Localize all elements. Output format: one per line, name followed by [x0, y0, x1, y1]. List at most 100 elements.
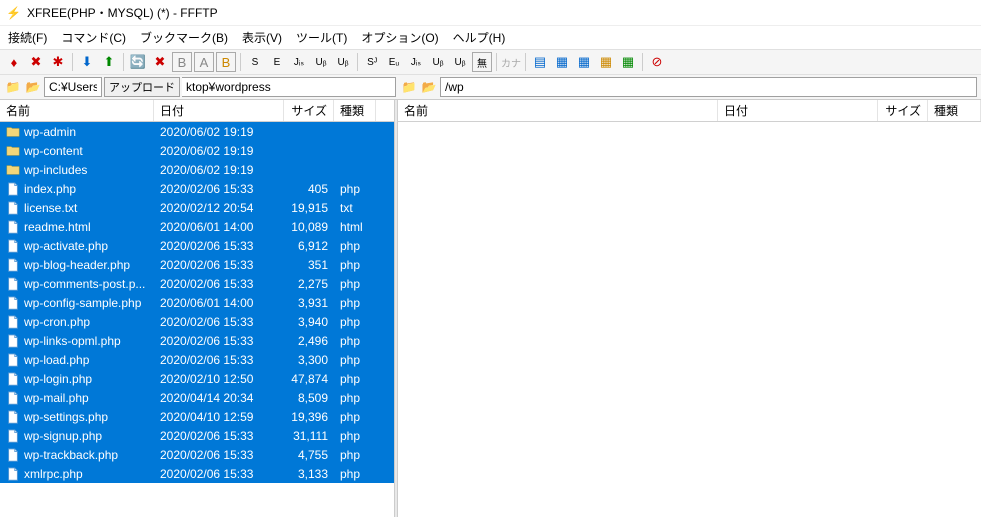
euc-down-icon[interactable]: Eᵤ — [384, 52, 404, 72]
kana-icon[interactable]: カナ — [501, 52, 521, 72]
file-date: 2020/02/12 20:54 — [154, 201, 284, 215]
file-kind: php — [334, 296, 376, 310]
menu-connect[interactable]: 接続(F) — [8, 29, 47, 46]
file-row[interactable]: wp-includes2020/06/02 19:19 — [0, 160, 394, 179]
file-row[interactable]: wp-load.php2020/02/06 15:333,300php — [0, 350, 394, 369]
abort-icon[interactable]: ⊘ — [647, 52, 667, 72]
remote-open-icon[interactable]: 📂 — [420, 78, 438, 96]
separator — [642, 53, 643, 71]
local-updir-icon[interactable]: 📁 — [4, 78, 22, 96]
mirror-icon[interactable]: ▦ — [618, 52, 638, 72]
file-row[interactable]: wp-login.php2020/02/10 12:5047,874php — [0, 369, 394, 388]
remote-list-header: 名前 日付 サイズ 種類 — [398, 100, 981, 122]
local-path-input-pre[interactable] — [44, 77, 102, 97]
file-icon — [6, 296, 20, 310]
jis-up-icon[interactable]: Jᵢₛ — [289, 52, 309, 72]
file-name: index.php — [24, 182, 76, 196]
file-size: 10,089 — [284, 220, 334, 234]
file-row[interactable]: wp-activate.php2020/02/06 15:336,912php — [0, 236, 394, 255]
menu-view[interactable]: 表示(V) — [242, 29, 282, 46]
file-name: wp-links-opml.php — [24, 334, 121, 348]
local-file-list[interactable]: wp-admin2020/06/02 19:19wp-content2020/0… — [0, 122, 394, 517]
mode-a-icon[interactable]: A — [194, 52, 214, 72]
connect-icon[interactable]: ♦ — [4, 52, 24, 72]
mode-auto-icon[interactable]: B — [216, 52, 236, 72]
menu-bookmark[interactable]: ブックマーク(B) — [140, 29, 228, 46]
menu-option[interactable]: オプション(O) — [361, 29, 438, 46]
col-date[interactable]: 日付 — [718, 100, 878, 121]
remote-updir-icon[interactable]: 📁 — [400, 78, 418, 96]
file-row[interactable]: license.txt2020/02/12 20:5419,915txt — [0, 198, 394, 217]
remote-file-list[interactable] — [398, 122, 981, 517]
file-row[interactable]: wp-comments-post.p...2020/02/06 15:332,2… — [0, 274, 394, 293]
disconnect-icon[interactable]: ✱ — [48, 52, 68, 72]
col-kind[interactable]: 種類 — [928, 100, 981, 121]
file-size: 351 — [284, 258, 334, 272]
file-row[interactable]: wp-mail.php2020/04/14 20:348,509php — [0, 388, 394, 407]
col-date[interactable]: 日付 — [154, 100, 284, 121]
file-name: readme.html — [24, 220, 91, 234]
col-kind[interactable]: 種類 — [334, 100, 376, 121]
quick-connect-icon[interactable]: ✖ — [26, 52, 46, 72]
local-open-icon[interactable]: 📂 — [24, 78, 42, 96]
file-row[interactable]: readme.html2020/06/01 14:0010,089html — [0, 217, 394, 236]
utf8-down-icon[interactable]: Uᵦ — [428, 52, 448, 72]
file-size: 19,396 — [284, 410, 334, 424]
utf8bom-up-icon[interactable]: Uᵦ — [333, 52, 353, 72]
refresh-icon[interactable]: 🔄 — [128, 52, 148, 72]
file-row[interactable]: wp-settings.php2020/04/10 12:5919,396php — [0, 407, 394, 426]
file-name: wp-load.php — [24, 353, 89, 367]
menu-command[interactable]: コマンド(C) — [61, 29, 126, 46]
col-size[interactable]: サイズ — [284, 100, 334, 121]
download-icon[interactable]: ⬇ — [77, 52, 97, 72]
sjis-down-icon[interactable]: Sᴶ — [362, 52, 382, 72]
file-name: wp-signup.php — [24, 429, 102, 443]
local-path-input-post[interactable] — [182, 77, 396, 97]
file-icon — [6, 353, 20, 367]
menu-tool[interactable]: ツール(T) — [296, 29, 347, 46]
file-row[interactable]: wp-links-opml.php2020/02/06 15:332,496ph… — [0, 331, 394, 350]
folder-icon — [6, 144, 20, 158]
file-row[interactable]: xmlrpc.php2020/02/06 15:333,133php — [0, 464, 394, 483]
list-icon[interactable]: ▤ — [530, 52, 550, 72]
file-row[interactable]: wp-trackback.php2020/02/06 15:334,755php — [0, 445, 394, 464]
detail-icon[interactable]: ▦ — [552, 52, 572, 72]
col-name[interactable]: 名前 — [398, 100, 718, 121]
file-row[interactable]: wp-config-sample.php2020/06/01 14:003,93… — [0, 293, 394, 312]
search-icon[interactable]: ▦ — [596, 52, 616, 72]
file-kind: php — [334, 391, 376, 405]
file-row[interactable]: wp-admin2020/06/02 19:19 — [0, 122, 394, 141]
file-row[interactable]: wp-cron.php2020/02/06 15:333,940php — [0, 312, 394, 331]
jis-down-icon[interactable]: Jᵢₛ — [406, 52, 426, 72]
folder-icon — [6, 125, 20, 139]
window-title: XFREE(PHP・MYSQL) (*) - FFFTP — [27, 4, 218, 21]
file-date: 2020/06/02 19:19 — [154, 163, 284, 177]
sjis-up-icon[interactable]: S — [245, 52, 265, 72]
file-kind: php — [334, 334, 376, 348]
file-icon — [6, 372, 20, 386]
delete-icon[interactable]: ✖ — [150, 52, 170, 72]
sync-icon[interactable]: ▦ — [574, 52, 594, 72]
menu-help[interactable]: ヘルプ(H) — [453, 29, 506, 46]
file-name: wp-mail.php — [24, 391, 89, 405]
mode-b-icon[interactable]: B — [172, 52, 192, 72]
euc-up-icon[interactable]: E — [267, 52, 287, 72]
upload-button[interactable]: アップロード — [104, 77, 180, 97]
col-name[interactable]: 名前 — [0, 100, 154, 121]
upload-icon[interactable]: ⬆ — [99, 52, 119, 72]
file-row[interactable]: index.php2020/02/06 15:33405php — [0, 179, 394, 198]
file-icon — [6, 410, 20, 424]
file-row[interactable]: wp-content2020/06/02 19:19 — [0, 141, 394, 160]
utf8bom-down-icon[interactable]: Uᵦ — [450, 52, 470, 72]
separator — [357, 53, 358, 71]
remote-path-input[interactable] — [440, 77, 977, 97]
file-name: license.txt — [24, 201, 77, 215]
file-row[interactable]: wp-blog-header.php2020/02/06 15:33351php — [0, 255, 394, 274]
file-row[interactable]: wp-signup.php2020/02/06 15:3331,111php — [0, 426, 394, 445]
none-icon[interactable]: 無 — [472, 52, 492, 72]
file-size: 3,133 — [284, 467, 334, 481]
utf8-up-icon[interactable]: Uᵦ — [311, 52, 331, 72]
file-size: 8,509 — [284, 391, 334, 405]
file-name: wp-comments-post.p... — [24, 277, 145, 291]
col-size[interactable]: サイズ — [878, 100, 928, 121]
